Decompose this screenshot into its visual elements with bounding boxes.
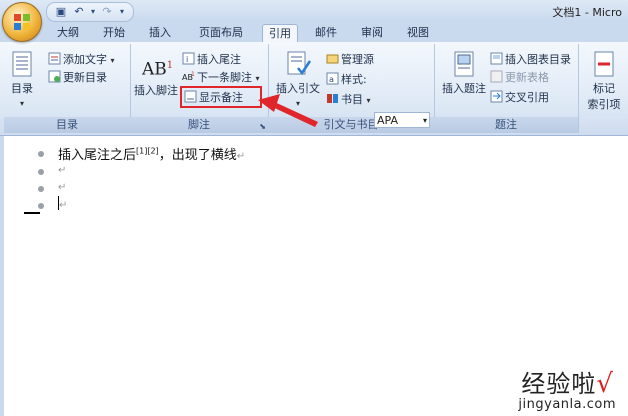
- paragraph-4[interactable]: ↵: [58, 196, 67, 212]
- bullet: [38, 203, 44, 209]
- paragraph-3[interactable]: ↵: [58, 179, 66, 194]
- office-logo-icon: [14, 14, 30, 30]
- bullet: [38, 169, 44, 175]
- paragraph-2[interactable]: ↵: [58, 162, 66, 177]
- office-button[interactable]: [2, 2, 42, 42]
- bullet: [38, 151, 44, 157]
- watermark: 经验啦√ jingyanla.com: [518, 369, 616, 412]
- document-left-margin: [0, 136, 4, 416]
- bullet: [38, 186, 44, 192]
- annotation-arrow: [258, 94, 318, 127]
- endnote-separator-line: [24, 212, 40, 214]
- paragraph-1[interactable]: 插入尾注之后[1][2]，出现了横线↵: [58, 144, 245, 163]
